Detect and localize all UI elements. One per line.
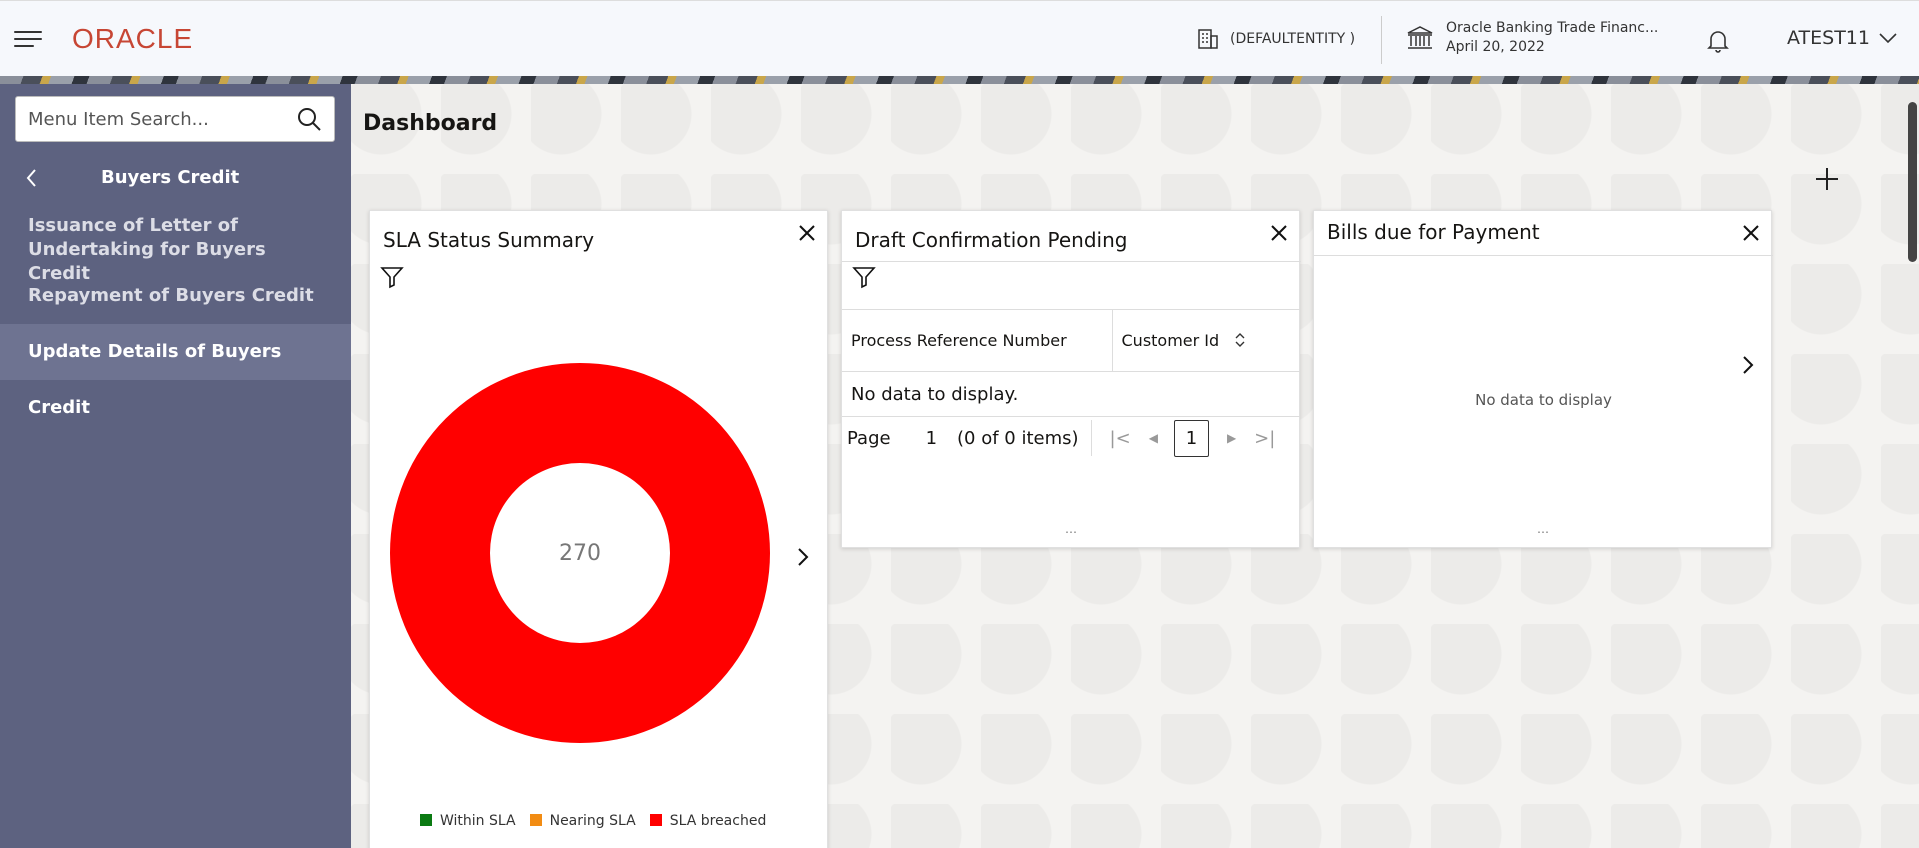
legend-label: SLA breached — [669, 813, 767, 829]
dashboard-area: Dashboard SLA Status Summary 270 Within … — [351, 84, 1919, 848]
bank-selector[interactable]: Oracle Banking Trade Financ... April 20,… — [1406, 19, 1658, 57]
sort-icon[interactable] — [1234, 332, 1246, 348]
legend-item-nearing[interactable]: Nearing SLA — [529, 813, 636, 829]
legend-swatch — [420, 814, 432, 826]
oracle-logo: ORACLE — [72, 23, 194, 54]
legend-swatch — [529, 814, 542, 826]
bank-name: Oracle Banking Trade Financ... — [1446, 20, 1659, 36]
hamburger-menu-icon[interactable] — [14, 29, 42, 49]
empty-row: No data to display. — [842, 371, 1300, 417]
column-header-customer-id[interactable]: Customer Id — [1111, 309, 1300, 372]
sla-card-title: SLA Status Summary — [383, 228, 595, 252]
sla-status-card: SLA Status Summary 270 Within SLA Nearin… — [369, 210, 828, 848]
sla-donut-chart: 270 — [390, 363, 770, 743]
chart-legend: Within SLA Nearing SLA SLA breached — [420, 813, 766, 829]
vertical-scrollbar[interactable] — [1908, 102, 1917, 262]
customer-id-label: Customer Id — [1121, 331, 1220, 350]
close-icon[interactable] — [1742, 224, 1760, 242]
column-header-process-ref[interactable]: Process Reference Number — [842, 309, 1112, 372]
prev-page-icon[interactable]: ◀ — [1149, 431, 1158, 445]
sidebar-item-repayment[interactable]: Repayment of Buyers Credit — [0, 284, 351, 308]
resize-grip-icon[interactable]: ⋯ — [1065, 525, 1077, 539]
page-title: Dashboard — [363, 111, 498, 136]
divider — [1314, 255, 1773, 256]
legend-item-within[interactable]: Within SLA — [420, 813, 516, 829]
legend-label: Nearing SLA — [549, 813, 636, 829]
header-decorative-strip — [0, 76, 1919, 84]
menu-search-input[interactable]: Menu Item Search... — [15, 96, 335, 142]
next-page-icon[interactable]: ▶ — [1227, 431, 1236, 445]
bank-date: April 20, 2022 — [1446, 39, 1545, 55]
chevron-right-icon[interactable] — [797, 547, 809, 567]
current-page-button[interactable]: 1 — [1173, 419, 1209, 457]
draft-table: Process Reference Number Customer Id No … — [842, 309, 1300, 417]
donut-center-value: 270 — [559, 541, 601, 566]
filter-icon[interactable] — [380, 265, 404, 289]
divider — [842, 261, 1301, 262]
bank-icon — [1407, 26, 1433, 49]
draft-card-title: Draft Confirmation Pending — [855, 228, 1128, 252]
page-number: 1 — [925, 427, 938, 449]
search-icon[interactable] — [296, 106, 322, 132]
entity-selector[interactable]: (DEFAULTENTITY ) — [1196, 27, 1355, 51]
resize-grip-icon[interactable]: ⋯ — [1537, 525, 1549, 539]
header-divider — [1381, 16, 1382, 64]
last-page-icon[interactable]: >| — [1254, 428, 1275, 449]
page-label: Page — [847, 427, 891, 449]
sidebar: Menu Item Search... Buyers Credit Issuan… — [0, 84, 351, 848]
user-menu[interactable]: ATEST11 — [1787, 27, 1898, 49]
close-icon[interactable] — [798, 224, 816, 242]
legend-item-breached[interactable]: SLA breached — [649, 813, 767, 829]
legend-label: Within SLA — [440, 813, 516, 829]
app-header: ORACLE (DEFAULTENTITY ) Oracle Banking T… — [0, 0, 1919, 76]
filter-icon[interactable] — [852, 265, 876, 289]
entity-label: (DEFAULTENTITY ) — [1230, 31, 1356, 47]
close-icon[interactable] — [1270, 224, 1288, 242]
legend-swatch — [649, 814, 662, 826]
draft-confirmation-card: Draft Confirmation Pending Process Refer… — [841, 210, 1301, 548]
empty-message: No data to display — [1475, 391, 1612, 409]
items-count: (0 of 0 items) — [957, 427, 1079, 449]
bills-card-title: Bills due for Payment — [1327, 220, 1540, 244]
sidebar-item-issuance[interactable]: Issuance of Letter of Undertaking for Bu… — [0, 214, 351, 286]
first-page-icon[interactable]: |< — [1110, 428, 1131, 449]
add-widget-icon[interactable] — [1814, 166, 1840, 192]
chevron-left-icon[interactable] — [25, 168, 37, 188]
sidebar-title: Buyers Credit — [101, 167, 240, 188]
pager-divider — [1090, 420, 1092, 456]
sidebar-item-update-details[interactable]: Update Details of Buyers Credit — [0, 324, 351, 418]
chevron-down-icon — [1879, 33, 1897, 44]
chevron-right-icon[interactable] — [1742, 355, 1754, 375]
sidebar-header: Buyers Credit — [0, 164, 351, 194]
pagination: Page 1 (0 of 0 items) |< ◀ 1 ▶ >| — [847, 418, 1297, 458]
user-name: ATEST11 — [1787, 27, 1870, 49]
bell-icon[interactable] — [1706, 28, 1730, 54]
building-icon — [1198, 29, 1218, 49]
bills-due-card: Bills due for Payment No data to display… — [1313, 210, 1773, 548]
search-placeholder: Menu Item Search... — [28, 108, 209, 130]
